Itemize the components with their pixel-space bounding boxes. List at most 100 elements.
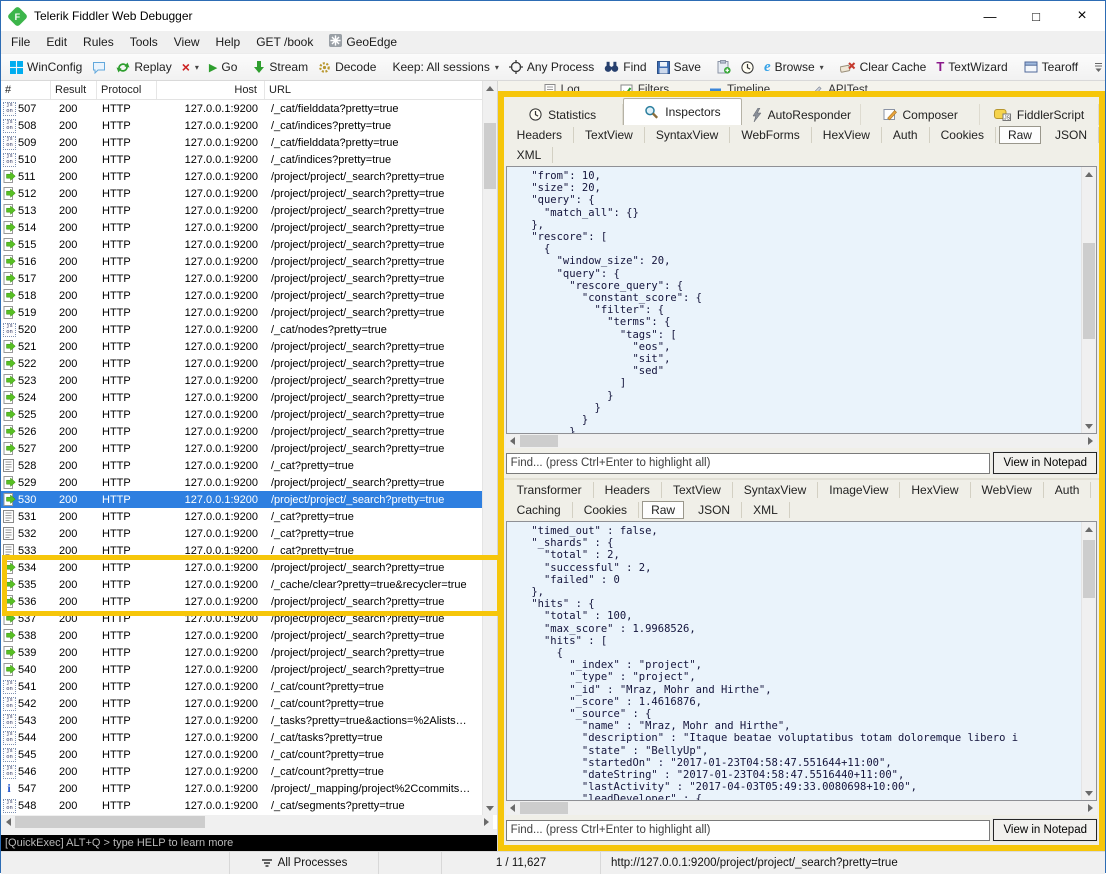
toolbar-button-clear-cache[interactable]: Clear Cache — [835, 58, 932, 76]
tab-composer[interactable]: Composer — [861, 104, 980, 125]
tab-inspectors[interactable]: Inspectors — [623, 98, 743, 125]
response-raw-view[interactable]: "timed_out" : false, "_shards" : { "tota… — [506, 521, 1097, 801]
session-row-547[interactable]: i547200HTTP127.0.0.1:9200/project/_mappi… — [1, 780, 493, 797]
session-row-523[interactable]: 523200HTTP127.0.0.1:9200/project/project… — [1, 372, 493, 389]
response-tab-hexview[interactable]: HexView — [900, 482, 970, 498]
toolbar-button-deletex[interactable]: ×▾ — [177, 59, 204, 75]
tab-log[interactable]: Log — [544, 81, 580, 91]
toolbar-button-tearoff[interactable]: Tearoff — [1019, 58, 1083, 76]
session-row-522[interactable]: 522200HTTP127.0.0.1:9200/project/project… — [1, 355, 493, 372]
session-row-517[interactable]: 517200HTTP127.0.0.1:9200/project/project… — [1, 270, 493, 287]
session-row-534[interactable]: 534200HTTP127.0.0.1:9200/project/project… — [1, 559, 493, 576]
scroll-down-icon[interactable] — [1082, 419, 1096, 433]
menu-item-geoedge[interactable]: GeoEdge — [321, 32, 405, 52]
tab-filters[interactable]: Filters — [620, 81, 669, 91]
session-row-515[interactable]: 515200HTTP127.0.0.1:9200/project/project… — [1, 236, 493, 253]
capture-indicator[interactable] — [1, 852, 230, 874]
session-row-508[interactable]: json508200HTTP127.0.0.1:9200/_cat/indice… — [1, 117, 493, 134]
session-row-520[interactable]: json520200HTTP127.0.0.1:9200/_cat/nodes?… — [1, 321, 493, 338]
toolbar-button-decode[interactable]: Decode — [313, 58, 381, 76]
session-row-521[interactable]: 521200HTTP127.0.0.1:9200/project/project… — [1, 338, 493, 355]
session-row-536[interactable]: 536200HTTP127.0.0.1:9200/project/project… — [1, 593, 493, 610]
request-tab-json[interactable]: JSON — [1044, 127, 1099, 143]
response-tab-syntaxview[interactable]: SyntaxView — [733, 482, 818, 498]
scroll-right-icon[interactable] — [1083, 801, 1097, 815]
toolbar-button-balloon[interactable] — [87, 59, 111, 76]
column-header-host[interactable]: Host — [157, 81, 265, 99]
session-list-hscrollbar[interactable] — [1, 815, 493, 829]
scroll-up-icon[interactable] — [483, 81, 497, 95]
toolbar-button-replay[interactable]: Replay — [111, 58, 176, 76]
hscroll-thumb[interactable] — [520, 802, 568, 814]
tab-statistics[interactable]: Statistics — [504, 104, 623, 125]
scroll-down-icon[interactable] — [483, 801, 497, 815]
session-row-533[interactable]: 533200HTTP127.0.0.1:9200/_cat?pretty=tru… — [1, 542, 493, 559]
session-row-546[interactable]: json546200HTTP127.0.0.1:9200/_cat/count?… — [1, 763, 493, 780]
close-button[interactable]: × — [1059, 1, 1105, 31]
session-row-516[interactable]: 516200HTTP127.0.0.1:9200/project/project… — [1, 253, 493, 270]
response-tab-json[interactable]: JSON — [687, 502, 742, 518]
request-tab-raw[interactable]: Raw — [999, 126, 1041, 144]
scroll-right-icon[interactable] — [479, 815, 493, 829]
session-row-530[interactable]: 530200HTTP127.0.0.1:9200/project/project… — [1, 491, 493, 508]
session-row-524[interactable]: 524200HTTP127.0.0.1:9200/project/project… — [1, 389, 493, 406]
session-row-519[interactable]: 519200HTTP127.0.0.1:9200/project/project… — [1, 304, 493, 321]
session-row-528[interactable]: 528200HTTP127.0.0.1:9200/_cat?pretty=tru… — [1, 457, 493, 474]
toolbar-button-save[interactable]: Save — [652, 58, 706, 76]
request-tab-syntaxview[interactable]: SyntaxView — [645, 127, 730, 143]
response-tab-auth[interactable]: Auth — [1044, 482, 1092, 498]
response-tab-cookies[interactable]: Cookies — [573, 502, 639, 518]
session-row-507[interactable]: json507200HTTP127.0.0.1:9200/_cat/fieldd… — [1, 100, 493, 117]
response-tab-webview[interactable]: WebView — [971, 482, 1044, 498]
session-row-529[interactable]: 529200HTTP127.0.0.1:9200/project/project… — [1, 474, 493, 491]
session-row-511[interactable]: 511200HTTP127.0.0.1:9200/project/project… — [1, 168, 493, 185]
response-vscrollbar[interactable] — [1081, 522, 1096, 800]
process-filter[interactable]: All Processes — [230, 852, 379, 874]
menu-item-help[interactable]: Help — [208, 33, 249, 51]
hscroll-thumb[interactable] — [15, 816, 205, 828]
session-row-544[interactable]: json544200HTTP127.0.0.1:9200/_cat/tasks?… — [1, 729, 493, 746]
session-row-545[interactable]: json545200HTTP127.0.0.1:9200/_cat/count?… — [1, 746, 493, 763]
response-tab-transformer[interactable]: Transformer — [506, 482, 594, 498]
scroll-up-icon[interactable] — [1082, 167, 1096, 181]
session-row-512[interactable]: 512200HTTP127.0.0.1:9200/project/project… — [1, 185, 493, 202]
response-tab-imageview[interactable]: ImageView — [818, 482, 900, 498]
column-header-url[interactable]: URL — [265, 81, 493, 99]
request-tab-webforms[interactable]: WebForms — [730, 127, 811, 143]
quickexec-bar[interactable]: [QuickExec] ALT+Q > type HELP to learn m… — [1, 835, 497, 851]
scroll-down-icon[interactable] — [1082, 786, 1096, 800]
menu-item-file[interactable]: File — [3, 33, 38, 51]
vscroll-thumb[interactable] — [484, 123, 496, 189]
maximize-button[interactable]: □ — [1013, 1, 1059, 31]
session-row-509[interactable]: json509200HTTP127.0.0.1:9200/_cat/fieldd… — [1, 134, 493, 151]
session-row-540[interactable]: 540200HTTP127.0.0.1:9200/project/project… — [1, 661, 493, 678]
request-tab-cookies[interactable]: Cookies — [930, 127, 996, 143]
session-row-531[interactable]: 531200HTTP127.0.0.1:9200/_cat?pretty=tru… — [1, 508, 493, 525]
menu-item-edit[interactable]: Edit — [38, 33, 75, 51]
request-raw-view[interactable]: "from": 10, "size": 20, "query": { "matc… — [506, 166, 1097, 434]
response-tab-raw[interactable]: Raw — [642, 501, 684, 519]
session-row-538[interactable]: 538200HTTP127.0.0.1:9200/project/project… — [1, 627, 493, 644]
toolbar-button-find[interactable]: Find — [599, 58, 651, 76]
view-in-notepad-button[interactable]: View in Notepad — [993, 452, 1097, 474]
vscroll-thumb[interactable] — [1083, 540, 1095, 598]
session-row-525[interactable]: 525200HTTP127.0.0.1:9200/project/project… — [1, 406, 493, 423]
response-tab-textview[interactable]: TextView — [662, 482, 733, 498]
request-vscrollbar[interactable] — [1081, 167, 1096, 433]
toolbar-button-any-process[interactable]: Any Process — [504, 58, 599, 76]
scroll-up-icon[interactable] — [1082, 522, 1096, 536]
response-tab-headers[interactable]: Headers — [594, 482, 662, 498]
session-row-513[interactable]: 513200HTTP127.0.0.1:9200/project/project… — [1, 202, 493, 219]
request-tab-hexview[interactable]: HexView — [812, 127, 882, 143]
minimize-button[interactable]: — — [967, 1, 1013, 31]
toolbar-button-textwizard[interactable]: TTextWizard — [931, 58, 1012, 76]
session-row-537[interactable]: 537200HTTP127.0.0.1:9200/project/project… — [1, 610, 493, 627]
toolbar-button-clock[interactable] — [736, 59, 759, 76]
tab-apitest[interactable]: APITest — [810, 81, 868, 91]
scroll-left-icon[interactable] — [506, 801, 520, 815]
session-row-539[interactable]: 539200HTTP127.0.0.1:9200/project/project… — [1, 644, 493, 661]
menu-item-tools[interactable]: Tools — [122, 33, 166, 51]
session-list-vscrollbar[interactable] — [482, 81, 497, 815]
toolbar-button-stream[interactable]: Stream — [248, 58, 313, 76]
tab-timeline[interactable]: Timeline — [709, 81, 770, 91]
